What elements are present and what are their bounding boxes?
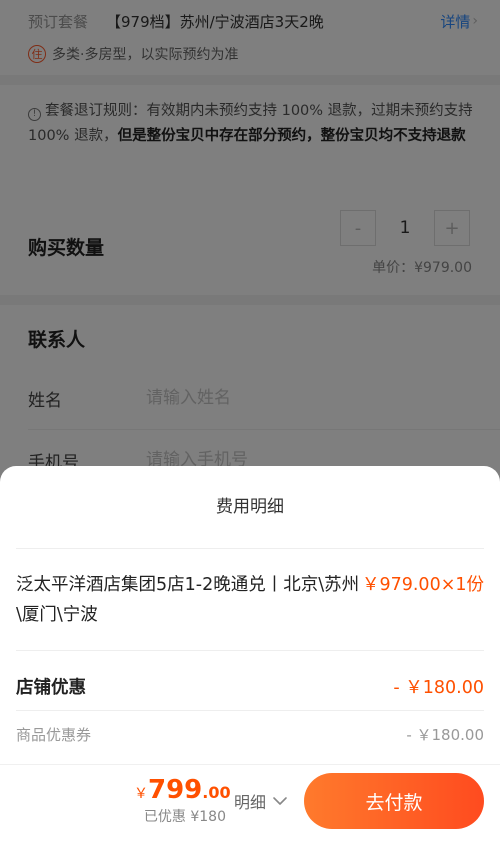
saved-amount: 已优惠 ¥180 — [143, 809, 226, 825]
checkout-bar: ￥799.00 已优惠 ¥180 明细 去付款 — [0, 764, 500, 844]
chevron-down-icon — [273, 797, 287, 805]
shop-discount-label: 店铺优惠 — [16, 678, 86, 698]
item-name: 泛太平洋酒店集团5店1-2晚通兑丨北京\苏州\厦门\宁波 — [16, 575, 360, 625]
coupon-amount: - ￥180.00 — [406, 726, 484, 744]
detail-toggle[interactable]: 明细 — [234, 789, 288, 813]
currency-symbol: ￥ — [134, 786, 148, 802]
total-block: ￥799.00 已优惠 ¥180 — [134, 775, 231, 826]
coupon-label: 商品优惠券 — [16, 726, 92, 744]
detail-toggle-label: 明细 — [234, 793, 267, 812]
sheet-divider — [16, 710, 484, 711]
item-price: ￥979.00×1份 — [361, 575, 484, 595]
total-integer: 799 — [148, 775, 203, 805]
sheet-title: 费用明细 — [216, 497, 284, 517]
sheet-divider — [16, 548, 484, 549]
shop-discount-amount: - ￥180.00 — [393, 678, 484, 698]
total-price: ￥799.00 — [134, 775, 231, 805]
sheet-divider — [16, 650, 484, 651]
pay-button[interactable]: 去付款 — [304, 773, 484, 829]
total-decimal: .00 — [202, 783, 231, 802]
